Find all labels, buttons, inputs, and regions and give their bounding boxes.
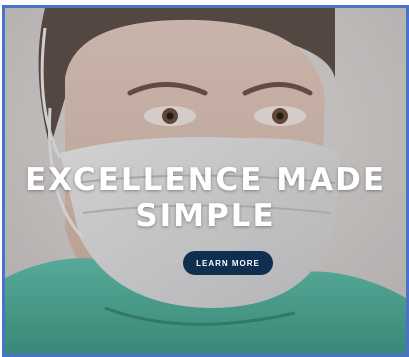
learn-more-button[interactable]: LEARN MORE	[183, 251, 273, 275]
hero-headline: EXCELLENCE MADE SIMPLE	[5, 162, 406, 234]
headline-line-2: SIMPLE	[135, 198, 276, 234]
hero-banner: EXCELLENCE MADE SIMPLE LEARN MORE	[2, 5, 409, 357]
headline-line-1: EXCELLENCE MADE	[25, 162, 386, 198]
